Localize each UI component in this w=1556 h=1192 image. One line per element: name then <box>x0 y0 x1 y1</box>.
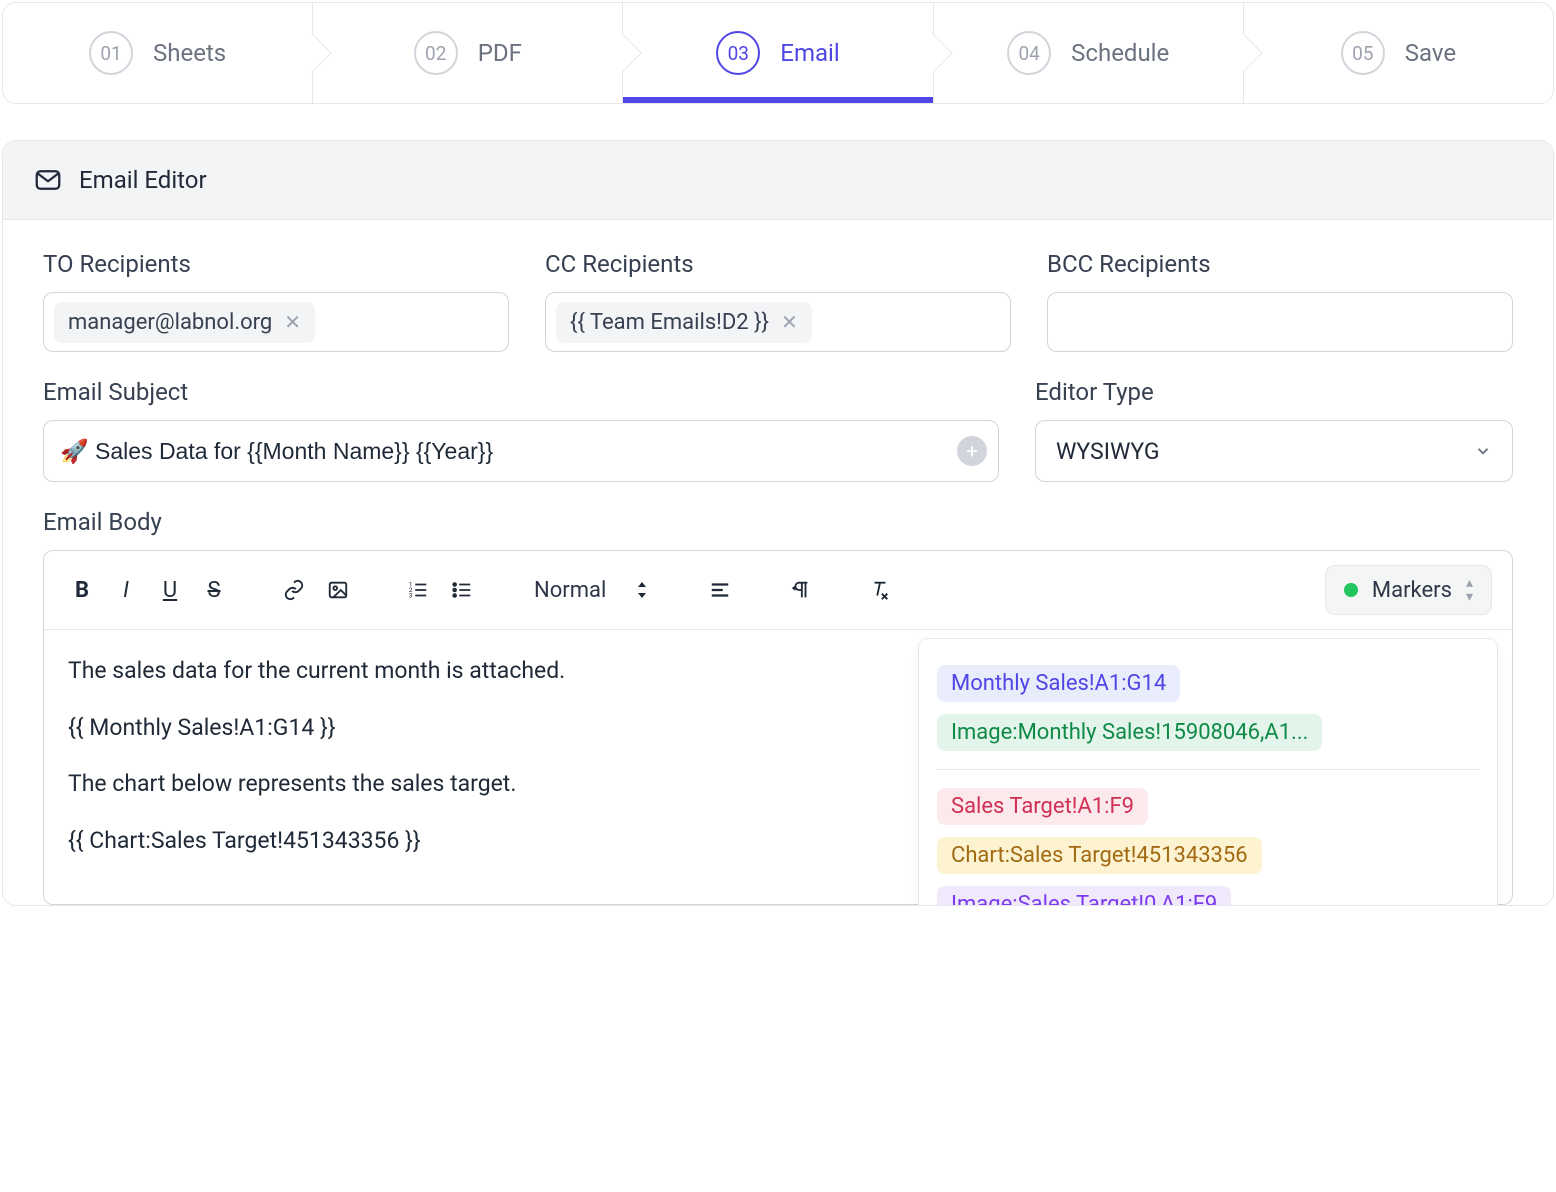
align-button[interactable] <box>702 572 738 608</box>
step-label: Schedule <box>1071 39 1169 67</box>
chevron-down-icon <box>1474 442 1492 460</box>
subject-input[interactable] <box>43 420 999 482</box>
step-number: 03 <box>716 31 760 75</box>
marker-tag[interactable]: Chart:Sales Target!451343356 <box>937 837 1262 874</box>
marker-group: Sales Target!A1:F9 Chart:Sales Target!45… <box>933 780 1483 906</box>
chip-text: {{ Team Emails!D2 }} <box>570 310 769 335</box>
strikethrough-button[interactable]: S <box>196 572 232 608</box>
chip-text: manager@labnol.org <box>68 310 272 335</box>
image-button[interactable] <box>320 572 356 608</box>
sort-icon <box>636 582 648 598</box>
chip-remove-icon[interactable]: ✕ <box>284 312 301 332</box>
heading-select[interactable]: Normal <box>524 578 658 603</box>
divider <box>937 769 1479 770</box>
step-number: 01 <box>89 31 133 75</box>
bold-button[interactable]: B <box>64 572 100 608</box>
cc-chip[interactable]: {{ Team Emails!D2 }} ✕ <box>556 302 812 343</box>
underline-button[interactable]: U <box>152 572 188 608</box>
step-sheets[interactable]: 01 Sheets <box>3 3 313 103</box>
to-input[interactable]: manager@labnol.org ✕ <box>43 292 509 352</box>
editor-type-field: Editor Type WYSIWYG <box>1035 378 1513 482</box>
step-number: 02 <box>414 31 458 75</box>
editor-type-select[interactable]: WYSIWYG <box>1035 420 1513 482</box>
editor-type-label: Editor Type <box>1035 378 1513 406</box>
step-label: Save <box>1405 39 1456 67</box>
panel-header: Email Editor <box>3 141 1553 220</box>
email-subject-field: Email Subject + <box>43 378 999 482</box>
select-value: WYSIWYG <box>1056 438 1160 465</box>
marker-tag[interactable]: Sales Target!A1:F9 <box>937 788 1148 825</box>
step-label: PDF <box>478 39 522 67</box>
step-pdf[interactable]: 02 PDF <box>313 3 623 103</box>
italic-button[interactable]: I <box>108 572 144 608</box>
markers-label: Markers <box>1372 578 1452 603</box>
marker-tag[interactable]: Monthly Sales!A1:G14 <box>937 665 1180 702</box>
svg-text:3: 3 <box>409 591 413 599</box>
step-number: 04 <box>1007 31 1051 75</box>
cc-recipients-field: CC Recipients {{ Team Emails!D2 }} ✕ <box>545 250 1011 352</box>
clear-format-button[interactable] <box>862 572 898 608</box>
unordered-list-button[interactable] <box>444 572 480 608</box>
body-label: Email Body <box>43 508 1513 536</box>
marker-tag[interactable]: Image:Sales Target!0,A1:F9 <box>937 886 1231 906</box>
step-schedule[interactable]: 04 Schedule <box>934 3 1244 103</box>
to-chip[interactable]: manager@labnol.org ✕ <box>54 302 315 343</box>
text-direction-button[interactable] <box>782 572 818 608</box>
step-number: 05 <box>1341 31 1385 75</box>
markers-popover: Monthly Sales!A1:G14 Image:Monthly Sales… <box>918 638 1498 906</box>
to-recipients-field: TO Recipients manager@labnol.org ✕ <box>43 250 509 352</box>
step-save[interactable]: 05 Save <box>1244 3 1553 103</box>
bcc-input[interactable] <box>1047 292 1513 352</box>
email-body-field: Email Body B I U S 123 <box>43 508 1513 905</box>
wizard-stepper: 01 Sheets 02 PDF 03 Email 04 Schedule 05… <box>2 2 1554 104</box>
step-label: Sheets <box>153 39 226 67</box>
subject-label: Email Subject <box>43 378 999 406</box>
step-email[interactable]: 03 Email <box>623 3 933 103</box>
cc-label: CC Recipients <box>545 250 1011 278</box>
rte-toolbar: B I U S 123 Nor <box>43 550 1513 630</box>
chip-remove-icon[interactable]: ✕ <box>781 312 798 332</box>
email-editor-panel: Email Editor TO Recipients manager@labno… <box>2 140 1554 906</box>
envelope-icon <box>33 165 63 195</box>
link-button[interactable] <box>276 572 312 608</box>
chevron-up-down-icon: ▴▾ <box>1466 576 1473 604</box>
panel-title: Email Editor <box>79 166 207 194</box>
panel-body: TO Recipients manager@labnol.org ✕ CC Re… <box>3 220 1553 905</box>
marker-group: Monthly Sales!A1:G14 Image:Monthly Sales… <box>933 657 1483 759</box>
markers-toggle[interactable]: Markers ▴▾ <box>1325 565 1492 615</box>
status-led-icon <box>1344 583 1358 597</box>
heading-value: Normal <box>534 578 606 603</box>
to-label: TO Recipients <box>43 250 509 278</box>
ordered-list-button[interactable]: 123 <box>400 572 436 608</box>
add-marker-button[interactable]: + <box>957 436 987 466</box>
bcc-recipients-field: BCC Recipients <box>1047 250 1513 352</box>
step-label: Email <box>780 39 839 67</box>
bcc-label: BCC Recipients <box>1047 250 1513 278</box>
marker-tag[interactable]: Image:Monthly Sales!15908046,A1... <box>937 714 1322 751</box>
cc-input[interactable]: {{ Team Emails!D2 }} ✕ <box>545 292 1011 352</box>
